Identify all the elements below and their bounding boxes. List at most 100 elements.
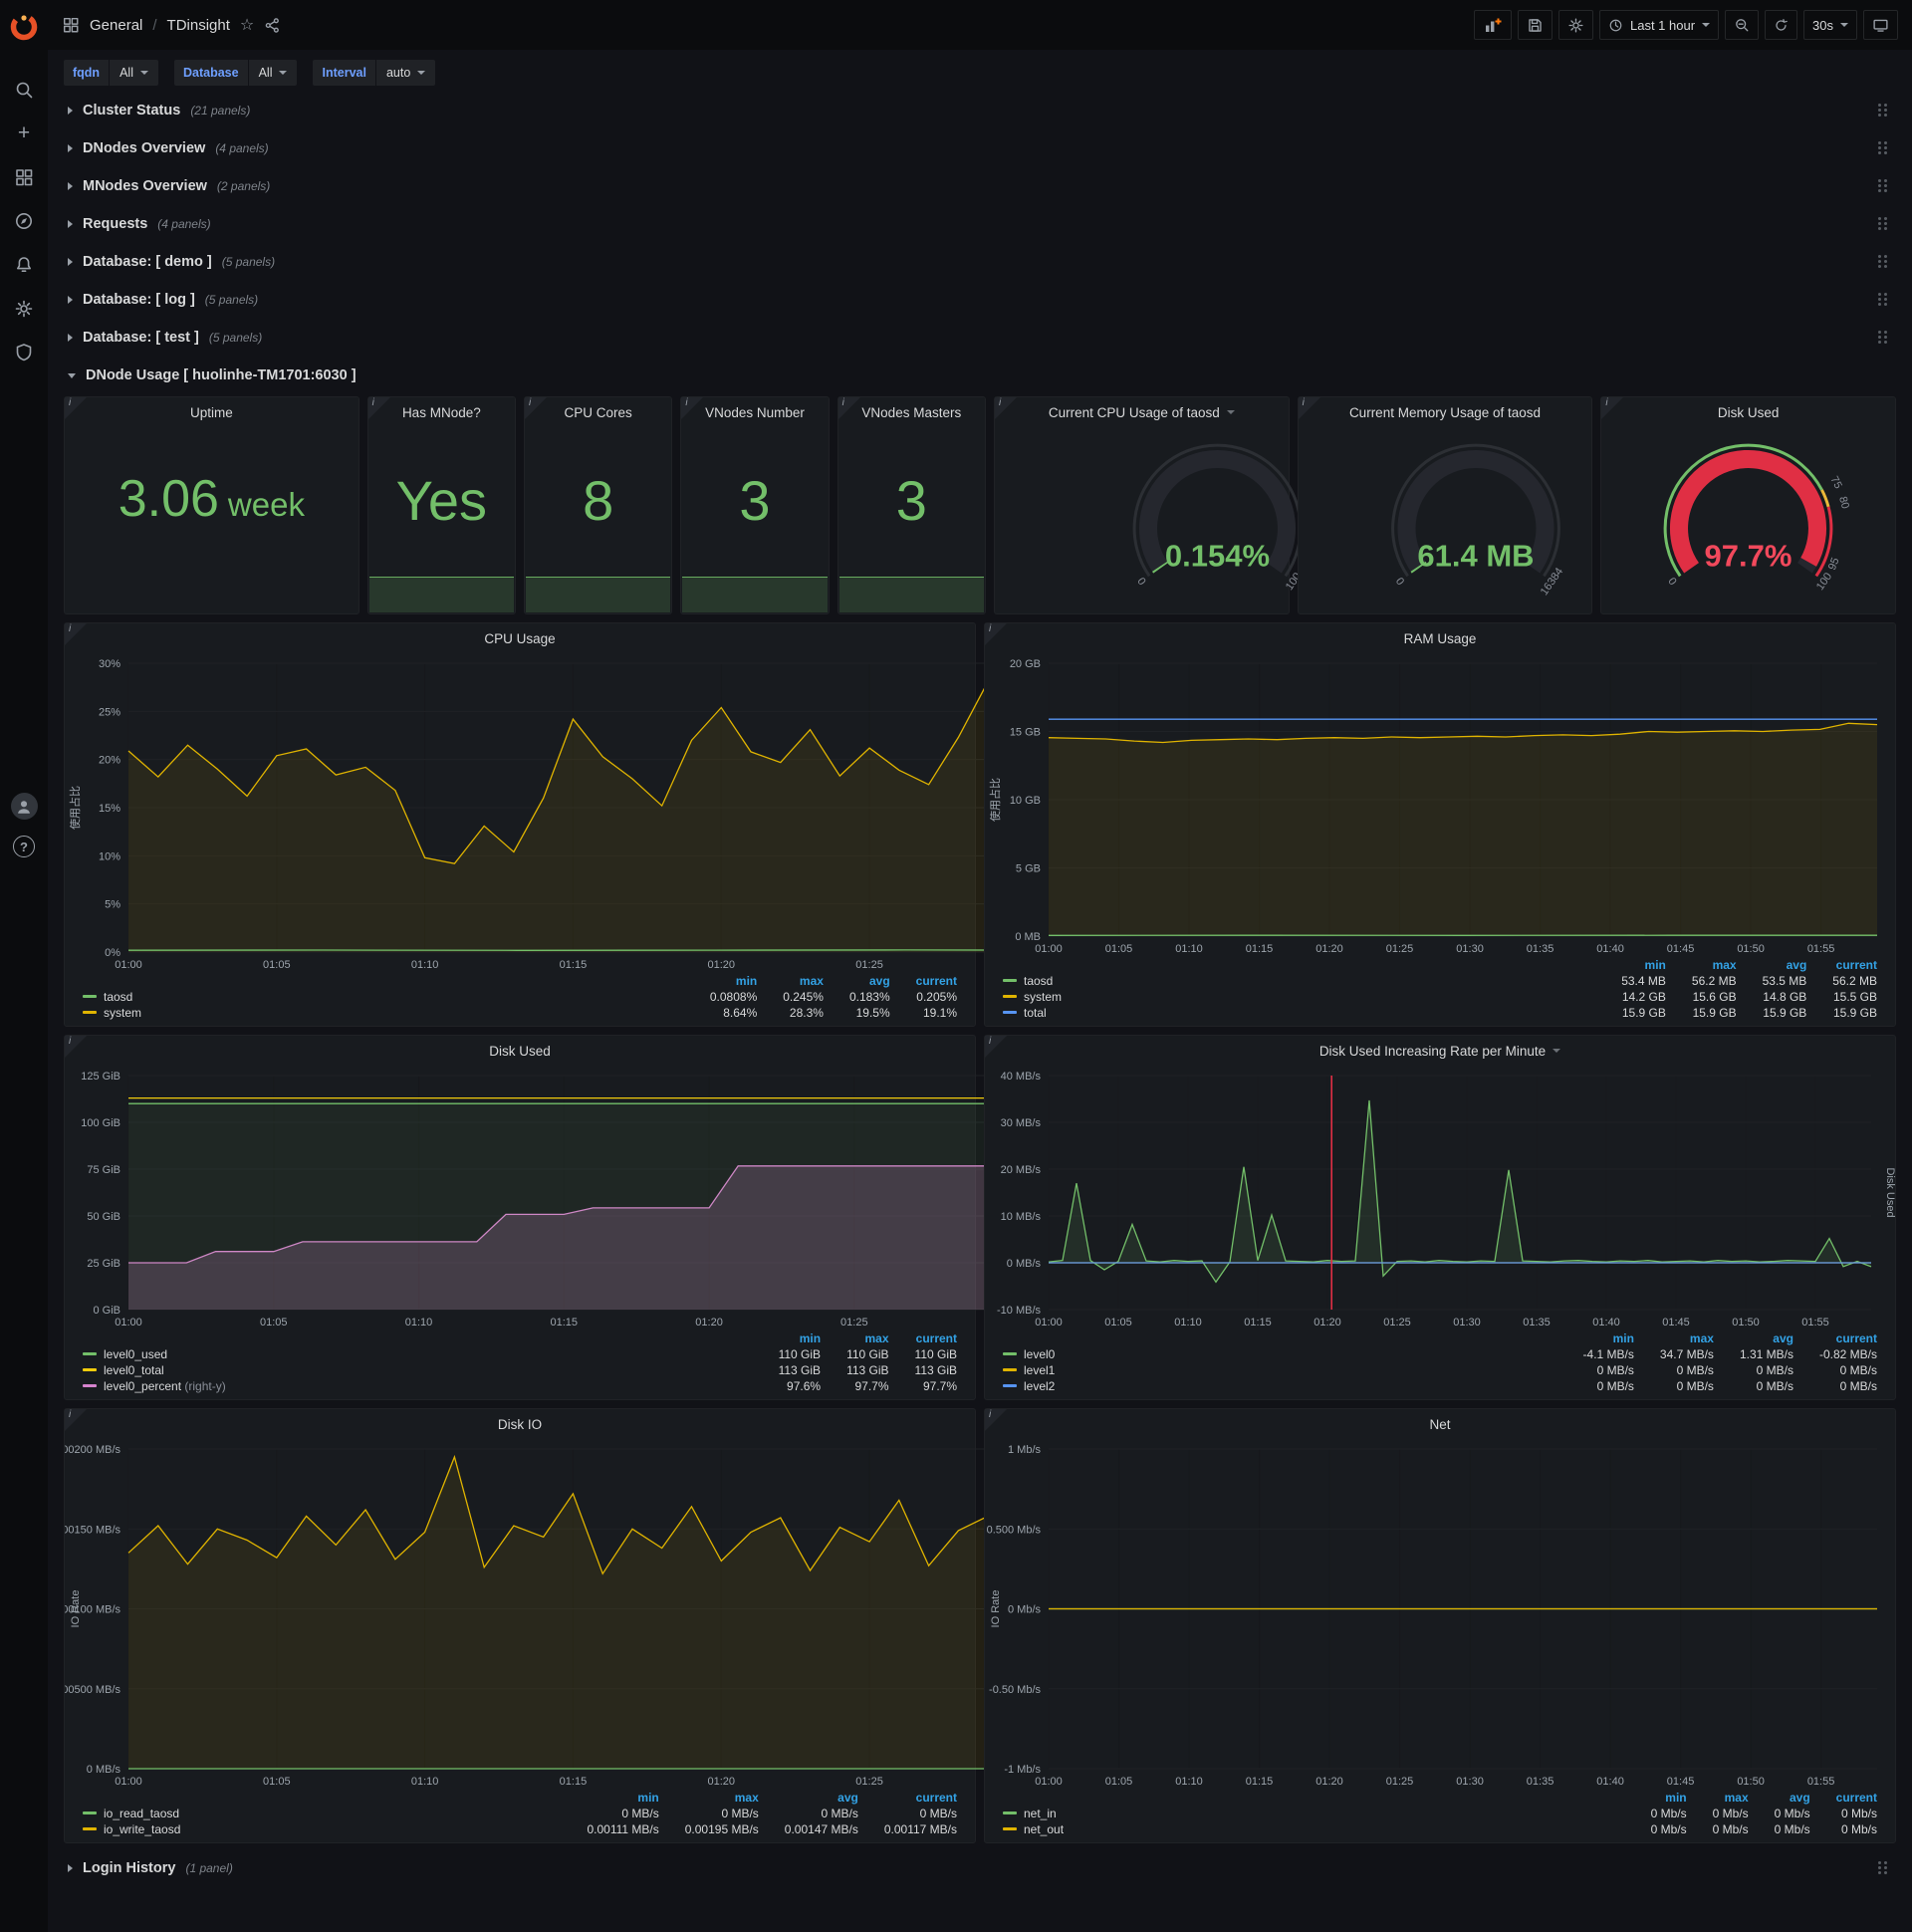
panel-info-icon[interactable] [985, 1409, 1007, 1431]
legend-series-name[interactable]: level0_total [104, 1363, 164, 1377]
legend-series-name[interactable]: total [1024, 1006, 1047, 1020]
legend-column-header[interactable]: current [1810, 1791, 1877, 1806]
variable-value-dropdown[interactable]: auto [375, 60, 436, 86]
legend-series-name[interactable]: system [1024, 990, 1062, 1004]
legend-column-header[interactable]: current [1806, 958, 1877, 973]
legend-column-header[interactable]: current [889, 1331, 957, 1346]
dashboards-grid-icon[interactable] [10, 163, 38, 191]
panel-info-icon[interactable] [65, 623, 87, 645]
panel-info-icon[interactable] [681, 397, 704, 419]
save-dashboard-icon[interactable] [1517, 10, 1553, 40]
legend-series-name[interactable]: taosd [104, 990, 132, 1004]
dashboard-row[interactable]: Requests (4 panels) [64, 207, 1896, 241]
legend-column-header[interactable]: max [821, 1331, 889, 1346]
drag-handle-icon[interactable] [1878, 1861, 1890, 1875]
chart-canvas[interactable]: 01:00 01:05 01:10 01:15 01:20 01:25 01:30 01:35… [985, 1066, 1895, 1331]
dashboard-row-dnode-usage[interactable]: DNode Usage [ huolinhe-TM1701:6030 ] [64, 359, 1896, 392]
tv-mode-icon[interactable] [1863, 10, 1898, 40]
panel-title[interactable]: CPU Usage [65, 623, 975, 653]
dashboard-row[interactable]: DNodes Overview (4 panels) [64, 131, 1896, 165]
legend-series-name[interactable]: net_in [1024, 1807, 1057, 1820]
legend-column-header[interactable]: current [858, 1791, 957, 1806]
legend-column-header[interactable]: avg [1714, 1331, 1793, 1346]
panel-info-icon[interactable] [1298, 397, 1320, 419]
panel-info-icon[interactable] [985, 1036, 1007, 1058]
user-avatar[interactable] [10, 793, 38, 820]
legend-series-name[interactable]: level0_used [104, 1347, 167, 1361]
panel-title[interactable]: Uptime [65, 397, 358, 427]
dashboard-row[interactable]: MNodes Overview (2 panels) [64, 169, 1896, 203]
legend-column-header[interactable]: min [753, 1331, 821, 1346]
chart-plot-area[interactable]: 01:00 01:05 01:10 01:15 01:20 01:25 01:30 01:35… [985, 1439, 1895, 1791]
panel-info-icon[interactable] [367, 397, 390, 419]
legend-column-header[interactable]: avg [759, 1791, 858, 1806]
legend-series-name[interactable]: system [104, 1006, 141, 1020]
legend-column-header[interactable]: max [1634, 1331, 1714, 1346]
legend-series-name[interactable]: io_write_taosd [104, 1822, 180, 1836]
legend-column-header[interactable]: max [1687, 1791, 1749, 1806]
star-icon[interactable]: ☆ [240, 15, 254, 35]
legend-column-header[interactable]: max [757, 974, 824, 989]
breadcrumb-dashboard-title[interactable]: TDinsight [167, 17, 230, 34]
legend-series-name[interactable]: level0 [1024, 1347, 1055, 1361]
drag-handle-icon[interactable] [1878, 179, 1890, 193]
dashboard-row[interactable]: Database: [ demo ] (5 panels) [64, 245, 1896, 279]
panel-title[interactable]: Net [985, 1409, 1895, 1439]
legend-series-name[interactable]: level1 [1024, 1363, 1055, 1377]
chart-canvas[interactable]: 01:00 01:05 01:10 01:15 01:20 01:25 01:30 01:35… [985, 1439, 1895, 1791]
legend-column-header[interactable]: current [1793, 1331, 1877, 1346]
chart-canvas[interactable]: 01:00 01:05 01:10 01:15 01:20 01:25 01:30 01:35… [985, 653, 1895, 958]
dashboard-row[interactable]: Database: [ test ] (5 panels) [64, 321, 1896, 355]
legend-column-header[interactable]: min [1625, 1791, 1686, 1806]
dashboard-row[interactable]: Login History (1 panel) [64, 1851, 1896, 1885]
breadcrumb-folder[interactable]: General [90, 17, 142, 34]
legend-column-header[interactable]: avg [1749, 1791, 1810, 1806]
legend-series-name[interactable]: net_out [1024, 1822, 1064, 1836]
legend-column-header[interactable]: min [1595, 958, 1666, 973]
refresh-interval-picker[interactable]: 30s [1803, 10, 1857, 40]
share-icon[interactable] [264, 17, 281, 34]
panel-title[interactable]: VNodes Number [681, 397, 828, 427]
help-icon[interactable]: ? [13, 836, 35, 857]
dashboard-row[interactable]: Database: [ log ] (5 panels) [64, 283, 1896, 317]
variable-value-dropdown[interactable]: All [110, 60, 158, 86]
panel-title[interactable]: CPU Cores [525, 397, 671, 427]
panel-title[interactable]: Disk IO [65, 1409, 975, 1439]
drag-handle-icon[interactable] [1878, 293, 1890, 307]
panel-info-icon[interactable] [985, 623, 1007, 645]
chart-plot-area[interactable]: 01:00 01:05 01:10 01:15 01:20 01:25 01:30 01:35… [985, 653, 1895, 958]
chart-plot-area[interactable]: 01:00 01:05 01:10 01:15 01:20 01:25 01:30 01:35… [65, 653, 1878, 974]
search-icon[interactable] [10, 76, 38, 104]
chart-plot-area[interactable]: 01:00 01:05 01:10 01:15 01:20 01:25 01:30 01:35… [65, 1439, 1878, 1791]
server-admin-shield-icon[interactable] [10, 339, 38, 366]
legend-column-header[interactable]: max [659, 1791, 759, 1806]
legend-series-name[interactable]: level2 [1024, 1379, 1055, 1393]
drag-handle-icon[interactable] [1878, 217, 1890, 231]
time-range-picker[interactable]: Last 1 hour [1598, 10, 1720, 40]
drag-handle-icon[interactable] [1878, 104, 1890, 118]
panel-title[interactable]: Disk Used [1601, 397, 1895, 427]
panel-title[interactable]: Current Memory Usage of taosd [1299, 397, 1592, 427]
panel-title[interactable]: VNodes Masters [838, 397, 985, 427]
explore-compass-icon[interactable] [10, 207, 38, 235]
panel-title[interactable]: Disk Used [65, 1036, 975, 1066]
legend-column-header[interactable]: avg [824, 974, 890, 989]
legend-series-name[interactable]: taosd [1024, 974, 1053, 988]
panel-info-icon[interactable] [994, 397, 1017, 419]
chart-plot-area[interactable]: 01:00 01:05 01:10 01:15 01:20 01:25 01:30 01:35… [985, 1066, 1895, 1331]
drag-handle-icon[interactable] [1878, 331, 1890, 345]
panel-title[interactable]: Has MNode? [368, 397, 515, 427]
chart-plot-area[interactable]: 01:00 01:05 01:10 01:15 01:20 01:25 01:30 01:35… [65, 1066, 1895, 1331]
panel-title[interactable]: RAM Usage [985, 623, 1895, 653]
legend-column-header[interactable]: max [1666, 958, 1737, 973]
panel-info-icon[interactable] [525, 397, 547, 419]
grafana-logo-icon[interactable] [9, 12, 39, 42]
drag-handle-icon[interactable] [1878, 141, 1890, 155]
panel-info-icon[interactable] [65, 1036, 87, 1058]
panel-info-icon[interactable] [65, 397, 87, 419]
dashboard-apps-icon[interactable] [62, 16, 80, 34]
panel-title[interactable]: Disk Used Increasing Rate per Minute [985, 1036, 1895, 1066]
panel-info-icon[interactable] [1601, 397, 1624, 419]
zoom-out-time-icon[interactable] [1725, 10, 1760, 40]
dashboard-row[interactable]: Cluster Status (21 panels) [64, 94, 1896, 127]
